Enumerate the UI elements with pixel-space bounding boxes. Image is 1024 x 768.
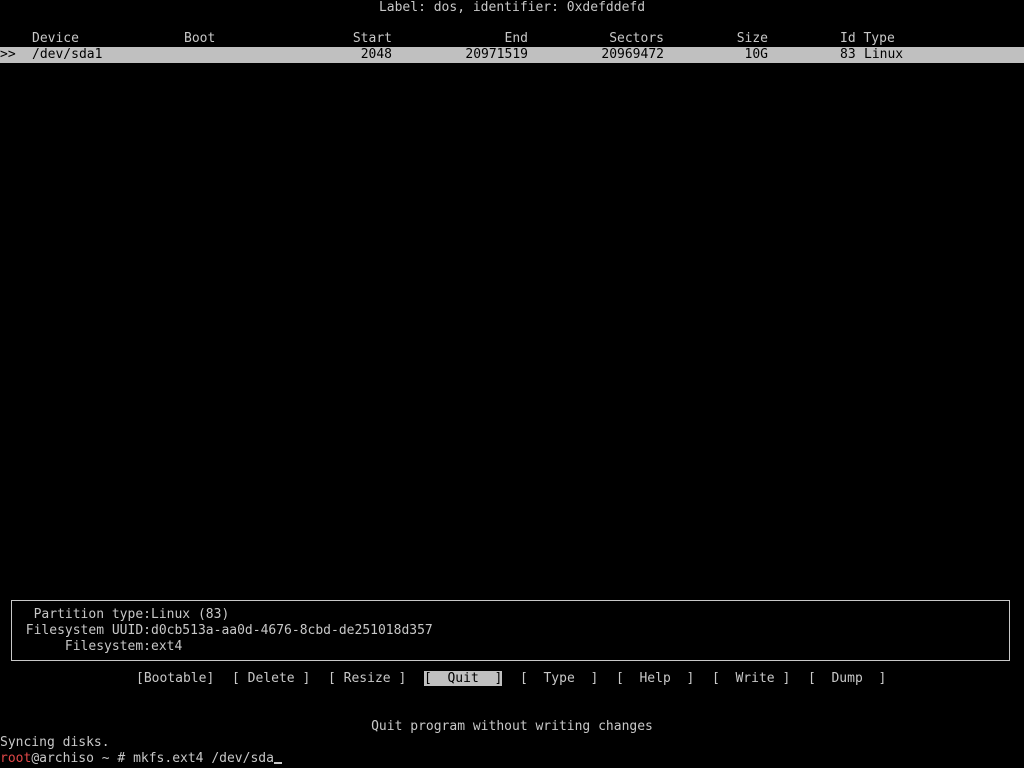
partition-info-box: Partition type: Linux (83) Filesystem UU…: [11, 600, 1010, 661]
resize-button[interactable]: [ Resize ]: [328, 671, 406, 687]
row-size: 10G: [744, 47, 768, 62]
delete-button[interactable]: [ Delete ]: [232, 671, 310, 687]
row-id: 83: [840, 47, 856, 62]
help-button[interactable]: [ Help ]: [616, 671, 694, 687]
type-button[interactable]: [ Type ]: [520, 671, 598, 687]
row-marker: >>: [0, 47, 16, 62]
row-device: /dev/sda1: [32, 47, 103, 62]
text-cursor: [273, 762, 282, 764]
partition-type-label: Partition type:: [33, 607, 151, 622]
quit-button[interactable]: [ Quit ]: [424, 671, 503, 687]
row-start: 2048: [360, 47, 392, 62]
console-prompt-line[interactable]: root@archiso ~ # mkfs.ext4 /dev/sda: [0, 751, 282, 767]
row-type: Linux: [864, 47, 904, 62]
col-sectors-header: Sectors: [609, 31, 664, 46]
bootable-button[interactable]: [Bootable]: [136, 671, 214, 687]
menu-hint: Quit program without writing changes: [371, 719, 653, 734]
filesystem-value: ext4: [151, 639, 183, 654]
col-device-header: Device: [32, 31, 79, 46]
col-boot-header: Boot: [184, 31, 216, 46]
col-size-header: Size: [736, 31, 768, 46]
partition-type-value: Linux (83): [151, 607, 230, 622]
disk-label: Label: dos, identifier: 0xdefddefd: [378, 0, 646, 15]
row-end: 20971519: [465, 47, 528, 62]
dump-button[interactable]: [ Dump ]: [808, 671, 886, 687]
console-syncing-message: Syncing disks.: [0, 735, 110, 750]
table-row[interactable]: >> /dev/sda1 2048 20971519 20969472 10G …: [0, 47, 1024, 63]
filesystem-uuid-label: Filesystem UUID:: [25, 623, 151, 638]
filesystem-label: Filesystem:: [64, 639, 151, 654]
col-idtype-header: Id Type: [840, 31, 895, 46]
row-sectors: 20969472: [601, 47, 664, 62]
col-start-header: Start: [352, 31, 392, 46]
col-end-header: End: [504, 31, 528, 46]
prompt-user: root: [0, 751, 32, 766]
console-command: mkfs.ext4 /dev/sda: [133, 751, 274, 766]
prompt-host: @archiso ~ #: [31, 751, 134, 766]
filesystem-uuid-value: d0cb513a-aa0d-4676-8cbd-de251018d357: [151, 623, 433, 638]
write-button[interactable]: [ Write ]: [712, 671, 790, 687]
